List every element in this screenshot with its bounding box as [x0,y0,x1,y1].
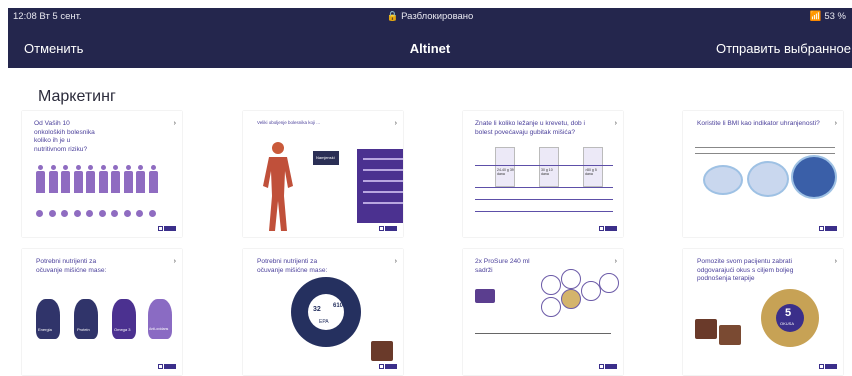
chevron-right-icon: › [834,258,837,265]
send-selected-button[interactable]: Отправить выбранное [716,41,851,56]
abbott-logo-icon [605,364,617,369]
chevron-right-icon: › [614,120,617,127]
slide-title: Od Vaših 10 onkoloških bolesnika koliko … [34,120,95,153]
slide-thumbnail[interactable]: Znate li koliko ležanje u krevetu, dob i… [463,111,623,237]
body-scan-image [703,165,743,195]
chevron-right-icon: › [173,258,176,265]
nutrient-omega3-icon: Omega 3 [112,299,136,339]
abbott-logo-icon [385,364,397,369]
product-image [695,319,717,339]
slide-title: Veliki oboljenje bolesnika koji ... [257,120,321,125]
slide-thumbnail[interactable]: Koristite li BMI kao indikator uhranjeno… [683,111,843,237]
slide-title: Potrebni nutrijenti za očuvanje mišićne … [36,258,107,274]
section-title: Маркетинг [38,88,116,105]
chevron-right-icon: › [614,258,617,265]
cancel-button[interactable]: Отменить [24,41,83,56]
slide-title: Koristite li BMI kao indikator uhranjeno… [697,120,820,127]
chevron-right-icon: › [394,258,397,265]
lock-status: 🔒 Разблокировано [386,11,474,22]
abbott-logo-icon [385,226,397,231]
body-scan-image [791,155,837,199]
flavours-badge: 5 OKUSA [761,289,819,347]
scale-line [475,333,611,334]
abbott-logo-icon [825,364,837,369]
slide-title: Potrebni nutrijenti za očuvanje mišićne … [257,258,328,274]
nav-bar: Отменить Altinet Отправить выбранное [8,41,852,61]
abbott-logo-icon [164,364,176,369]
slide-thumbnail[interactable]: Od Vaših 10 onkoloških bolesnika koliko … [22,111,182,237]
slide-title: 2x ProSure 240 ml sadrži [475,258,530,274]
nutrient-ring-chart: 32 610 EPA [291,277,361,347]
status-bar: 12:08 Вт 5 сент. 🔒 Разблокировано 📶 53 % [8,8,852,25]
nutrient-energy-icon: Energia [36,299,60,339]
abbott-logo-icon [164,226,176,231]
slide-thumbnail[interactable]: Potrebni nutrijenti za očuvanje mišićne … [243,249,403,375]
chevron-right-icon: › [173,120,176,127]
product-image [475,289,495,303]
info-box [357,149,403,223]
slide-thumbnail[interactable]: Pomozite svom pacijentu zabrati odgovara… [683,249,843,375]
nutrient-protein-icon: Protein [74,299,98,339]
slide-thumbnail[interactable]: Veliki oboljenje bolesnika koji ... › Na… [243,111,403,237]
body-scan-image [747,161,789,197]
number-dots [36,204,161,222]
label-hexagon: Namjenski [313,151,339,165]
chevron-right-icon: › [834,120,837,127]
top-bar: 12:08 Вт 5 сент. 🔒 Разблокировано 📶 53 %… [8,8,852,68]
nutrient-antioxidant-icon: Anti-oxidans [148,299,172,339]
muscle-loss-table: 24-40 g 39 dana 30 g 10 dana >80 g 5 dan… [475,147,613,213]
slide-title: Znate li koliko ležanje u krevetu, dob i… [475,120,585,136]
slide-title: Pomozite svom pacijentu zabrati odgovara… [697,258,794,282]
people-icons [36,165,161,204]
battery-status: 📶 53 % [809,11,846,22]
muscle-figure-icon [263,142,293,231]
product-image [371,341,393,361]
abbott-logo-icon [605,226,617,231]
chevron-right-icon: › [394,120,397,127]
slide-thumbnail[interactable]: Potrebni nutrijenti za očuvanje mišićne … [22,249,182,375]
product-image [719,325,741,345]
abbott-logo-icon [825,226,837,231]
slide-thumbnail[interactable]: 2x ProSure 240 ml sadrži › [463,249,623,375]
